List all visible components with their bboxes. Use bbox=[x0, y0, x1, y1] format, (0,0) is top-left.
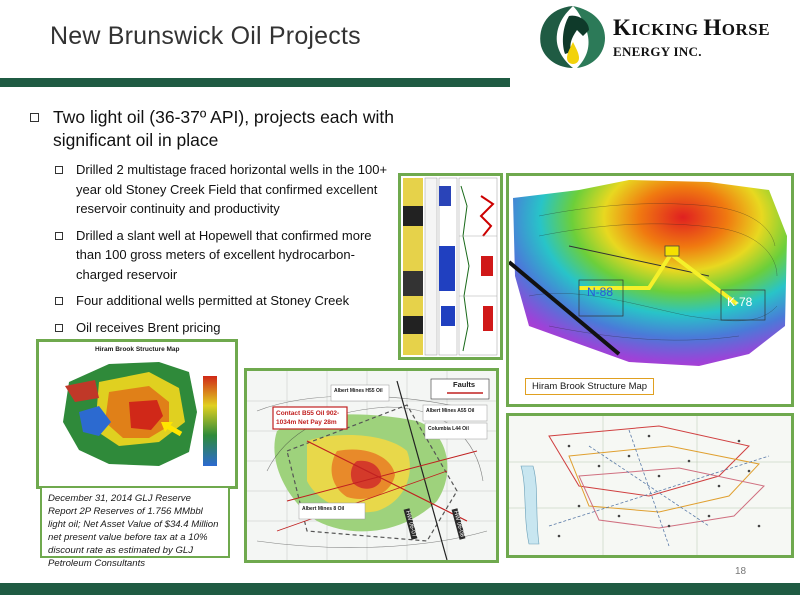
logo-letter-k: K bbox=[613, 15, 632, 40]
checkbox-bullet-icon bbox=[55, 231, 63, 240]
logo-word-orse: ORSE bbox=[721, 20, 771, 39]
well-l44-label: Columbia L44 Oil bbox=[428, 426, 469, 432]
main-bullet: Two light oil (36-37º API), projects eac… bbox=[30, 106, 400, 152]
well-log-image bbox=[398, 173, 503, 360]
well-location-map bbox=[506, 413, 794, 558]
well-8-label: Albert Mines 8 Oil bbox=[302, 506, 345, 512]
well-h55-label: Albert Mines H55 Oil bbox=[334, 388, 383, 394]
footer-divider bbox=[0, 583, 800, 595]
contact-b55-line2: 1034m Net Pay 28m bbox=[276, 419, 337, 426]
reserve-report-caption: December 31, 2014 GLJ Reserve Report 2P … bbox=[40, 486, 230, 569]
horse-emblem-icon bbox=[540, 6, 605, 68]
hiram-brook-structure-map-small: Hiram Brook Structure Map bbox=[36, 339, 238, 489]
sub-bullet: Drilled a slant well at Hopewell that co… bbox=[55, 226, 400, 285]
sub-bullet-text: Drilled a slant well at Hopewell that co… bbox=[76, 227, 372, 282]
logo-word-icking: ICKING bbox=[631, 20, 704, 39]
small-map-title: Hiram Brook Structure Map bbox=[95, 346, 180, 353]
well-a55-label: Albert Mines A55 Oil bbox=[426, 408, 475, 414]
logo-subtitle: ENERGY INC. bbox=[613, 44, 702, 59]
company-logo: KICKING HORSE ENERGY INC. bbox=[533, 2, 795, 72]
sub-bullet: Oil receives Brent pricing bbox=[55, 318, 400, 338]
map-label-box: Hiram Brook Structure Map bbox=[525, 378, 655, 395]
sub-bullet: Drilled 2 multistage fraced horizontal w… bbox=[55, 160, 400, 219]
sub-bullet-text: Oil receives Brent pricing bbox=[76, 319, 221, 335]
faults-legend: Faults bbox=[453, 380, 476, 389]
checkbox-bullet-icon bbox=[55, 297, 63, 305]
title-divider bbox=[0, 78, 510, 87]
logo-letter-h: H bbox=[703, 15, 722, 40]
sub-bullet-text: Four additional wells permitted at Stone… bbox=[76, 293, 350, 308]
checkbox-bullet-icon bbox=[30, 113, 39, 122]
page-title: New Brunswick Oil Projects bbox=[50, 22, 361, 50]
page-number: 18 bbox=[735, 566, 747, 577]
main-bullet-text: Two light oil (36-37º API), projects eac… bbox=[53, 107, 394, 150]
company-wordmark: KICKING HORSE ENERGY INC. bbox=[613, 16, 770, 60]
sub-bullet: Four additional wells permitted at Stone… bbox=[55, 291, 400, 311]
contact-b55-line1: Contact B55 Oil 902- bbox=[276, 410, 340, 417]
contact-b55-label: Contact B55 Oil 902- 1034m Net Pay 28m bbox=[276, 409, 339, 427]
contour-fault-map: Faults Contact B55 Oil 902- 1034m Net Pa… bbox=[244, 368, 499, 563]
bullet-list: Two light oil (36-37º API), projects eac… bbox=[30, 106, 400, 344]
sub-bullet-list: Drilled 2 multistage fraced horizontal w… bbox=[55, 160, 400, 337]
checkbox-bullet-icon bbox=[55, 166, 63, 174]
sub-bullet-text: Drilled 2 multistage fraced horizontal w… bbox=[76, 162, 388, 216]
well-label-k78: K-78 bbox=[727, 295, 753, 309]
hiram-brook-structure-map-large: N-88 K-78 Hiram Brook Structure Map bbox=[506, 173, 794, 407]
checkbox-bullet-icon bbox=[55, 323, 63, 332]
well-label-n88: N-88 bbox=[587, 285, 614, 299]
